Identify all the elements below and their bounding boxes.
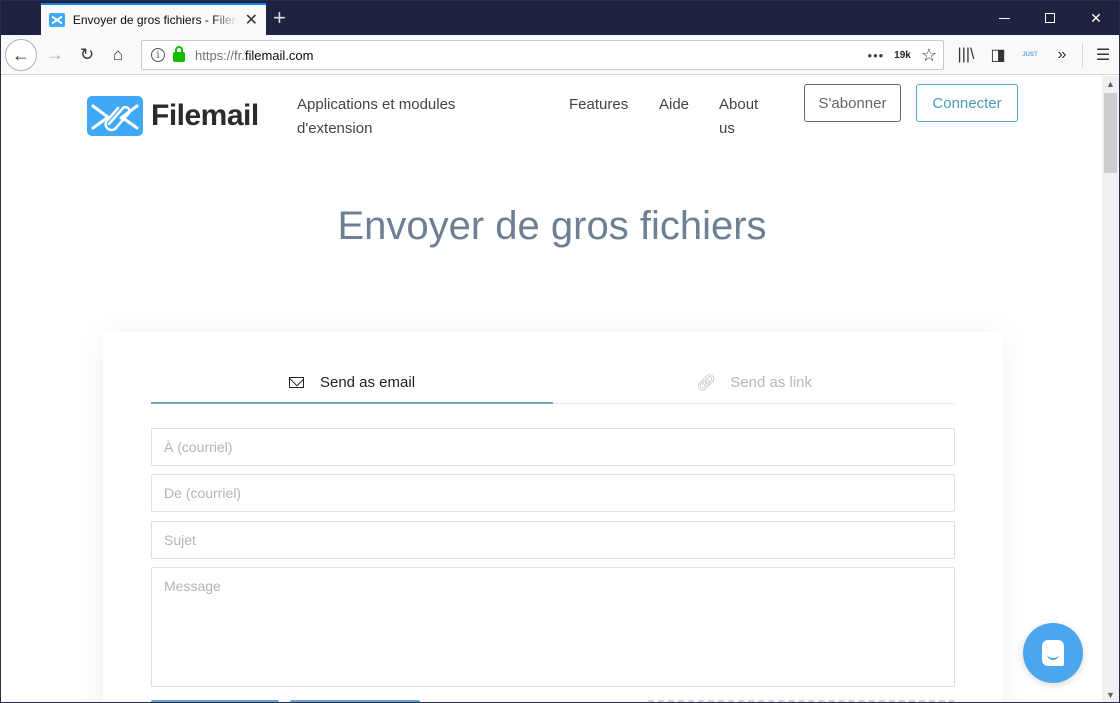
minimize-icon [998,17,1010,19]
nav-link-about-us[interactable]: About us [719,93,758,141]
just-extension-button[interactable]: JUST [1014,39,1046,71]
nav-link-about-line1: About [719,96,759,113]
link-icon: 🔗︎ [695,374,717,392]
site-header: Filemail Applications et modules d'exten… [1,76,1103,156]
nav-link-applications-line2: d'extension [297,120,373,137]
reload-icon: ↻ [79,45,95,64]
scrollbar-thumb[interactable] [1104,93,1117,173]
login-button[interactable]: Connecter [916,84,1018,122]
home-button[interactable]: ⌂ [106,43,130,67]
lock-icon[interactable] [173,46,185,62]
close-tab-icon[interactable]: ✕ [245,10,258,30]
nav-link-about-line2: us [719,120,735,137]
hamburger-icon: ☰ [1095,47,1111,64]
subscribe-button[interactable]: S'abonner [804,84,901,122]
page-actions-button[interactable]: ••• [868,48,885,63]
send-mode-tabs: Send as email 🔗︎ Send as link [151,362,955,404]
page-content: Filemail Applications et modules d'exten… [1,76,1103,702]
tab-send-as-email[interactable]: Send as email [151,362,553,404]
url-bar[interactable]: i https://fr.filemail.com ••• 19k ☆ [141,40,944,70]
library-icon: |||\ [957,46,975,63]
back-button[interactable]: ← [5,39,37,71]
sidebar-button[interactable]: ◨ [982,39,1014,71]
toolbar-separator [1082,43,1083,67]
filemail-logo-icon [87,96,143,136]
message-textarea[interactable]: Message [151,567,955,687]
tab-send-as-link-label: Send as link [730,374,813,391]
to-email-input[interactable]: À (courriel) [151,428,955,466]
page-scrollbar[interactable]: ▲ ▼ [1102,76,1119,702]
nav-link-features[interactable]: Features [569,93,628,117]
browser-tab[interactable]: Envoyer de gros fichiers - Filemail ✕ [41,3,266,35]
close-window-button[interactable]: ✕ [1073,1,1119,35]
forward-button[interactable]: → [43,43,67,67]
from-email-input[interactable]: De (courriel) [151,474,955,512]
maximize-icon [1045,13,1055,23]
minimize-button[interactable] [981,1,1027,35]
overflow-button[interactable]: » [1046,39,1078,71]
envelope-icon [288,377,304,388]
url-text[interactable]: https://fr.filemail.com [195,48,313,63]
navigation-toolbar: ← → ↻ ⌂ i https://fr.filemail.com ••• 19… [1,35,1119,75]
library-button[interactable]: |||\ [950,39,982,71]
tab-send-as-email-label: Send as email [319,374,416,391]
bookmark-star-icon[interactable]: ☆ [921,45,937,66]
nav-link-aide[interactable]: Aide [659,93,689,117]
home-icon: ⌂ [112,45,124,64]
logo-text: Filemail [151,99,259,132]
close-icon: ✕ [1090,9,1102,26]
url-domain: filemail.com [244,47,314,63]
browser-window: Envoyer de gros fichiers - Filemail ✕ + … [0,0,1120,703]
tab-title: Envoyer de gros fichiers - Filemail [72,13,237,27]
tab-send-as-link[interactable]: 🔗︎ Send as link [553,362,955,403]
filemail-favicon-icon [49,13,65,27]
sidebar-icon: ◨ [990,47,1006,64]
chat-icon [1042,640,1064,666]
double-chevron-icon: » [1057,46,1067,63]
just-extension-icon: JUST [1022,52,1038,58]
chat-support-button[interactable] [1023,623,1083,683]
new-tab-button[interactable]: + [273,5,286,31]
nav-link-applications-line1: Applications et modules [297,96,456,113]
site-info-icon[interactable]: i [151,48,165,62]
maximize-button[interactable] [1027,1,1073,35]
scroll-up-arrow-icon[interactable]: ▲ [1102,76,1119,93]
url-bar-actions: ••• 19k ☆ [868,41,937,69]
menu-button[interactable]: ☰ [1087,39,1119,71]
url-scheme: https://fr. [195,47,245,63]
tab-strip: Envoyer de gros fichiers - Filemail ✕ + … [1,1,1119,35]
toolbar-right: |||\ ◨ JUST » ☰ [950,35,1119,75]
reload-button[interactable]: ↻ [75,43,99,67]
nav-link-applications[interactable]: Applications et modules d'extension [297,93,455,141]
send-form-card: Send as email 🔗︎ Send as link À (courrie… [103,332,1003,702]
extension-badge[interactable]: 19k [894,50,911,61]
arrow-right-icon: → [46,45,64,64]
arrow-left-icon: ← [12,44,30,65]
filemail-logo[interactable]: Filemail [87,96,259,136]
subject-input[interactable]: Sujet [151,521,955,559]
page-title: Envoyer de gros fichiers [337,204,767,248]
scroll-down-arrow-icon[interactable]: ▼ [1102,687,1119,702]
window-controls: ✕ [981,1,1119,35]
